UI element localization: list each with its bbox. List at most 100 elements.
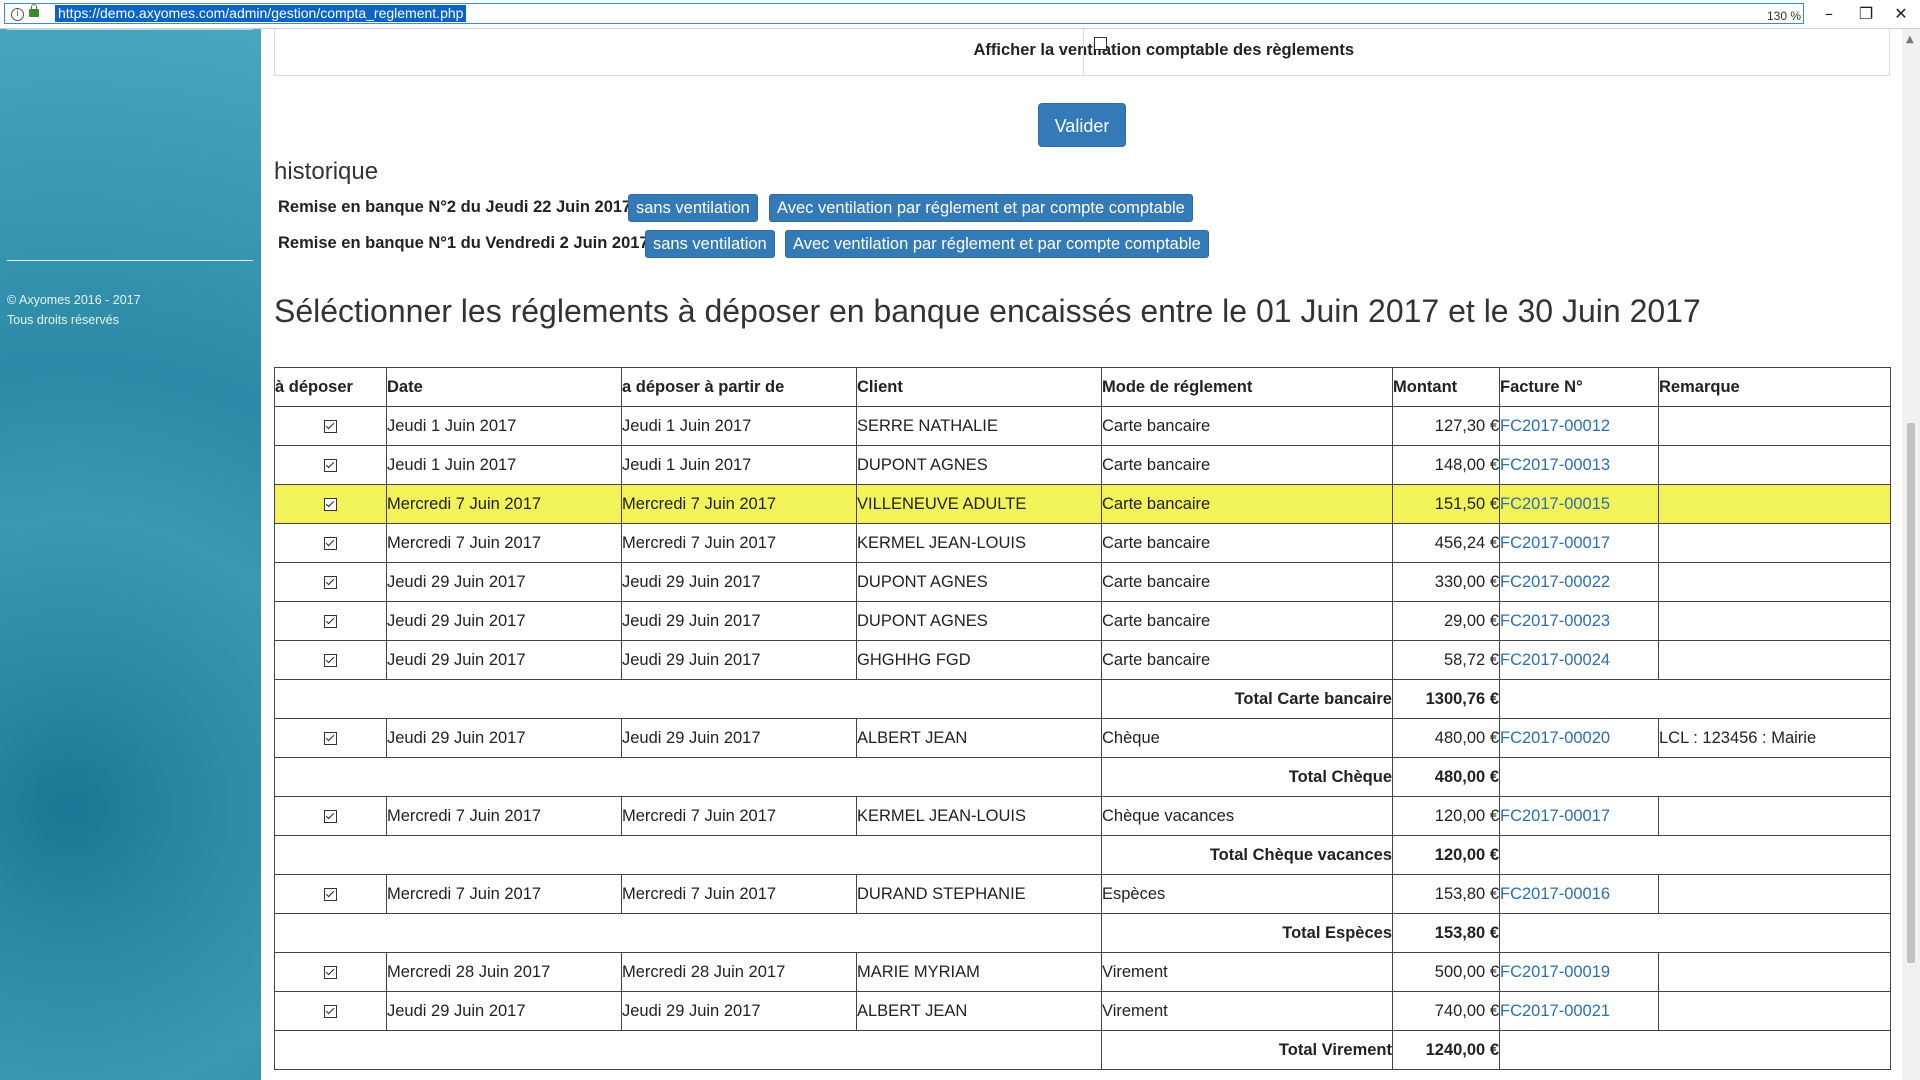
- mode-cell: Chèque vacances: [1101, 796, 1393, 836]
- remarque-cell: [1658, 484, 1891, 524]
- facture-link[interactable]: FC2017-00017: [1499, 523, 1659, 563]
- client-cell: MARIE MYRIAM: [856, 952, 1102, 992]
- apartir-cell: Jeudi 29 Juin 2017: [621, 601, 857, 641]
- facture-link[interactable]: FC2017-00021: [1499, 991, 1659, 1031]
- table-row: Mercredi 7 Juin 2017 Mercredi 7 Juin 201…: [274, 874, 1891, 914]
- montant-cell: 58,72 €: [1392, 640, 1500, 680]
- montant-cell: 330,00 €: [1392, 562, 1500, 602]
- minimize-icon[interactable]: –: [1814, 3, 1844, 25]
- table-row: Mercredi 7 Juin 2017 Mercredi 7 Juin 201…: [274, 796, 1891, 836]
- date-cell: Jeudi 1 Juin 2017: [386, 445, 622, 485]
- deposer-cell: [274, 718, 387, 758]
- total-row: Total Chèque vacances 120,00 €: [274, 835, 1891, 875]
- scroll-thumb[interactable]: [1907, 423, 1915, 963]
- mode-cell: Carte bancaire: [1101, 640, 1393, 680]
- facture-link[interactable]: FC2017-00019: [1499, 952, 1659, 992]
- scroll-up-icon[interactable]: ▲: [1906, 34, 1914, 45]
- client-cell: DURAND STEPHANIE: [856, 874, 1102, 914]
- total-value: 480,00 €: [1392, 757, 1500, 797]
- facture-link[interactable]: FC2017-00024: [1499, 640, 1659, 680]
- info-icon[interactable]: i: [11, 8, 24, 21]
- total-value: 1300,76 €: [1392, 679, 1500, 719]
- montant-cell: 151,50 €: [1392, 484, 1500, 524]
- ventilation-checkbox[interactable]: [1094, 37, 1107, 50]
- total-value: 1240,00 €: [1392, 1030, 1500, 1070]
- sans-ventilation-button[interactable]: sans ventilation: [645, 230, 775, 258]
- total-label: Total Espèces: [1101, 913, 1393, 953]
- client-cell: GHGHHG FGD: [856, 640, 1102, 680]
- zoom-level[interactable]: 130 %: [1767, 9, 1801, 23]
- avec-ventilation-button[interactable]: Avec ventilation par réglement et par co…: [769, 194, 1193, 222]
- client-cell: ALBERT JEAN: [856, 991, 1102, 1031]
- total-spacer: [274, 913, 1102, 953]
- header-apartir: a déposer à partir de: [621, 367, 857, 407]
- header-date: Date: [386, 367, 622, 407]
- montant-cell: 148,00 €: [1392, 445, 1500, 485]
- total-label: Total Carte bancaire: [1101, 679, 1393, 719]
- url-text[interactable]: https://demo.axyomes.com/admin/gestion/c…: [55, 5, 467, 22]
- apartir-cell: Jeudi 29 Juin 2017: [621, 562, 857, 602]
- total-value: 153,80 €: [1392, 913, 1500, 953]
- browser-toolbar: i https://demo.axyomes.com/admin/gestion…: [0, 0, 1920, 29]
- deposer-checkbox[interactable]: [324, 731, 337, 745]
- restore-icon[interactable]: ❐: [1851, 3, 1881, 25]
- total-empty: [1499, 1030, 1891, 1070]
- deposer-cell: [274, 601, 387, 641]
- client-cell: VILLENEUVE ADULTE: [856, 484, 1102, 524]
- total-label: Total Chèque: [1101, 757, 1393, 797]
- montant-cell: 120,00 €: [1392, 796, 1500, 836]
- deposer-cell: [274, 952, 387, 992]
- facture-link[interactable]: FC2017-00013: [1499, 445, 1659, 485]
- client-cell: ALBERT JEAN: [856, 718, 1102, 758]
- facture-link[interactable]: FC2017-00023: [1499, 601, 1659, 641]
- facture-link[interactable]: FC2017-00012: [1499, 406, 1659, 446]
- deposer-checkbox[interactable]: [324, 458, 337, 472]
- date-cell: Jeudi 1 Juin 2017: [386, 406, 622, 446]
- deposer-checkbox[interactable]: [324, 809, 337, 823]
- mode-cell: Carte bancaire: [1101, 523, 1393, 563]
- facture-link[interactable]: FC2017-00020: [1499, 718, 1659, 758]
- apartir-cell: Mercredi 7 Juin 2017: [621, 796, 857, 836]
- deposer-checkbox[interactable]: [324, 536, 337, 550]
- address-bar[interactable]: i https://demo.axyomes.com/admin/gestion…: [4, 3, 1804, 24]
- close-icon[interactable]: ✕: [1886, 3, 1916, 25]
- mode-cell: Carte bancaire: [1101, 484, 1393, 524]
- facture-link[interactable]: FC2017-00015: [1499, 484, 1659, 524]
- client-cell: DUPONT AGNES: [856, 445, 1102, 485]
- header-montant: Montant: [1392, 367, 1500, 407]
- avec-ventilation-button[interactable]: Avec ventilation par réglement et par co…: [785, 230, 1209, 258]
- mode-cell: Chèque: [1101, 718, 1393, 758]
- deposer-checkbox[interactable]: [324, 575, 337, 589]
- deposer-checkbox[interactable]: [324, 1004, 337, 1018]
- page-scrollbar[interactable]: ▲: [1902, 28, 1920, 1080]
- total-empty: [1499, 757, 1891, 797]
- table-row: Jeudi 29 Juin 2017 Jeudi 29 Juin 2017 AL…: [274, 991, 1891, 1031]
- total-row: Total Virement 1240,00 €: [274, 1030, 1891, 1070]
- total-label: Total Chèque vacances: [1101, 835, 1393, 875]
- header-remarque: Remarque: [1658, 367, 1891, 407]
- facture-link[interactable]: FC2017-00017: [1499, 796, 1659, 836]
- deposer-checkbox[interactable]: [324, 965, 337, 979]
- total-row: Total Espèces 153,80 €: [274, 913, 1891, 953]
- facture-link[interactable]: FC2017-00022: [1499, 562, 1659, 602]
- date-cell: Mercredi 7 Juin 2017: [386, 874, 622, 914]
- header-mode: Mode de réglement: [1101, 367, 1393, 407]
- valider-button[interactable]: Valider: [1038, 103, 1126, 147]
- deposer-checkbox[interactable]: [324, 653, 337, 667]
- deposer-checkbox[interactable]: [324, 614, 337, 628]
- sidebar-copyright: © Axyomes 2016 - 2017 Tous droits réserv…: [7, 290, 141, 330]
- facture-link[interactable]: FC2017-00016: [1499, 874, 1659, 914]
- mode-cell: Espèces: [1101, 874, 1393, 914]
- client-cell: DUPONT AGNES: [856, 601, 1102, 641]
- total-spacer: [274, 835, 1102, 875]
- table-row: Jeudi 1 Juin 2017 Jeudi 1 Juin 2017 DUPO…: [274, 445, 1891, 485]
- deposer-checkbox[interactable]: [324, 419, 337, 433]
- table-row: Jeudi 29 Juin 2017 Jeudi 29 Juin 2017 DU…: [274, 562, 1891, 602]
- remarque-cell: [1658, 874, 1891, 914]
- remarque-cell: [1658, 991, 1891, 1031]
- mode-cell: Virement: [1101, 952, 1393, 992]
- lock-icon: [29, 4, 39, 17]
- deposer-checkbox[interactable]: [324, 887, 337, 901]
- deposer-checkbox[interactable]: [324, 497, 337, 511]
- sans-ventilation-button[interactable]: sans ventilation: [628, 194, 758, 222]
